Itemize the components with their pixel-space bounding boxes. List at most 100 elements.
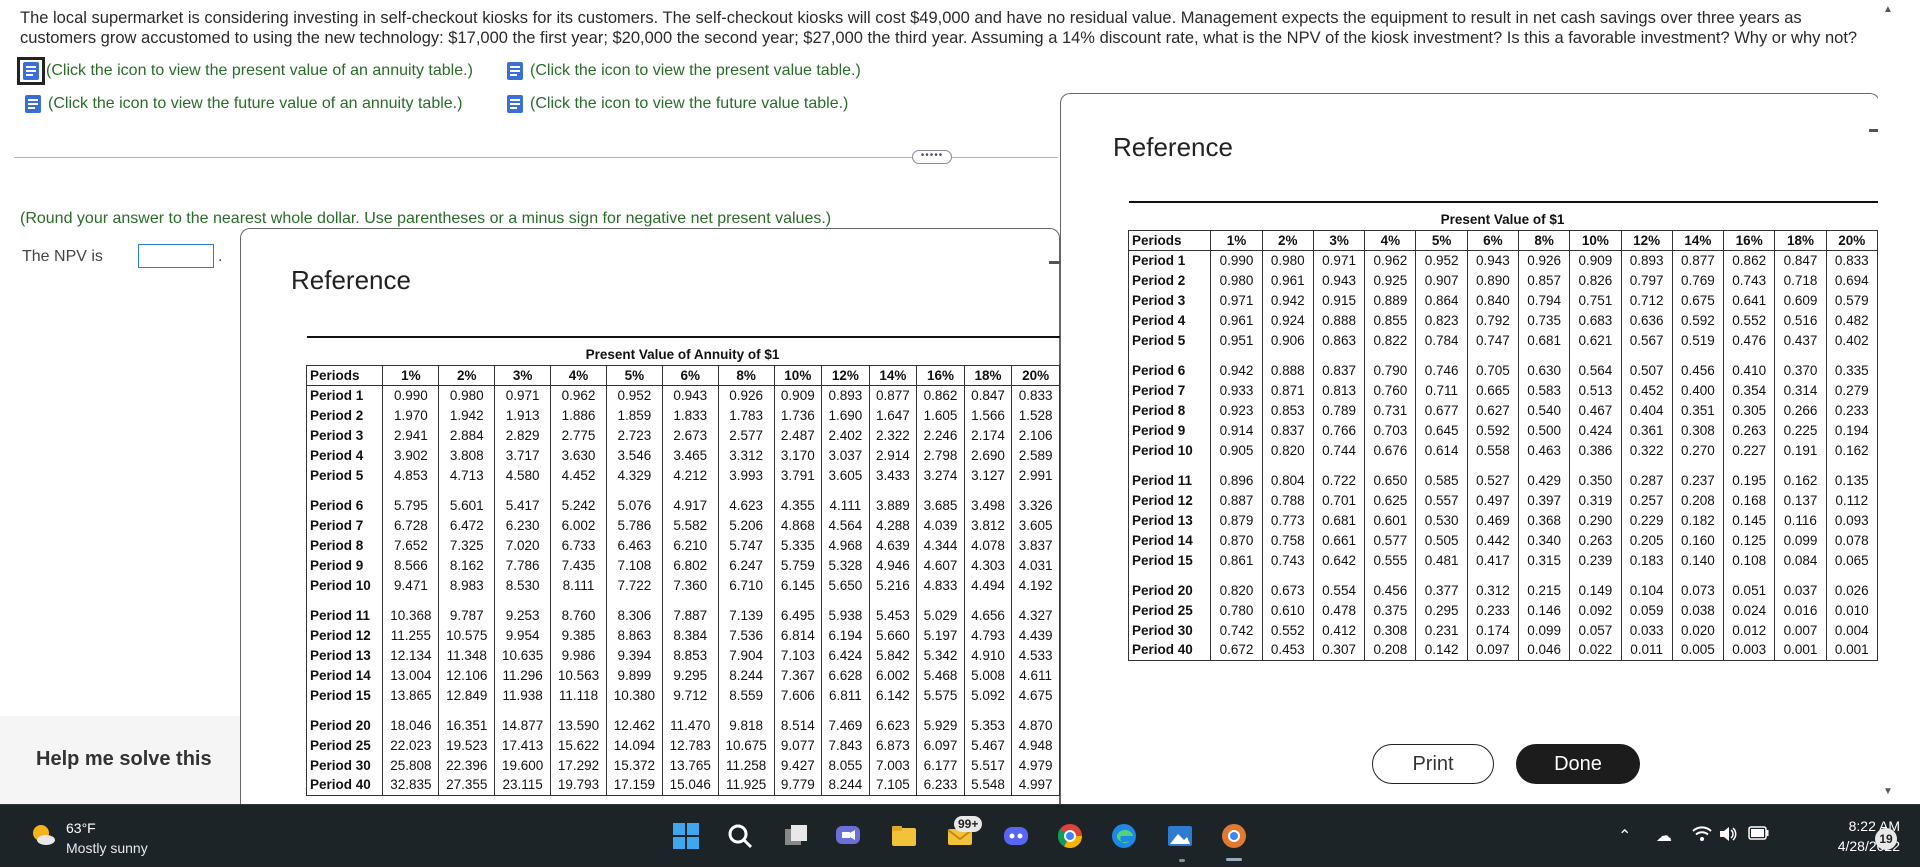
- table-row: Period 25 22.023 19.523 17.413 15.622 14.094 1…: [305, 735, 1060, 755]
- document-icon[interactable]: [17, 57, 45, 85]
- column-header: 18%: [1774, 229, 1827, 251]
- period-label: Period 11: [1127, 470, 1212, 490]
- period-label: Period 7: [305, 515, 384, 535]
- teams-chat-icon[interactable]: [830, 818, 866, 854]
- tray-overflow-icon[interactable]: ⌃: [1618, 826, 1631, 846]
- table-cell: 0.636: [1621, 310, 1673, 330]
- table-cell: 2.798: [916, 445, 965, 465]
- table-cell: 0.823: [1415, 310, 1468, 330]
- table-cell: 0.257: [1621, 490, 1673, 510]
- done-button[interactable]: Done: [1516, 744, 1640, 784]
- table-row: Period 13 0.879 0.773 0.681 0.601 0.530 0.469 0…: [1127, 510, 1879, 530]
- link-fv-text[interactable]: (Click the icon to view the future value…: [530, 95, 848, 113]
- table-cell: 5.938: [821, 605, 870, 625]
- table-cell: 0.208: [1364, 640, 1417, 661]
- table-cell: 10.563: [550, 665, 607, 685]
- period-label: Period 14: [305, 665, 384, 685]
- table-cell: 8.863: [606, 625, 663, 645]
- scroll-up-icon[interactable]: ▲: [1883, 4, 1893, 15]
- notification-badge[interactable]: 19: [1875, 828, 1897, 850]
- table-cell: 3.837: [1011, 535, 1060, 555]
- wifi-icon[interactable]: [1692, 826, 1712, 847]
- table-cell: 0.703: [1364, 420, 1417, 440]
- table-cell: 4.611: [1011, 665, 1060, 685]
- table-cell: 0.645: [1415, 420, 1468, 440]
- pv-annuity-table: Present Value of Annuity of $1 Periods 1% 2…: [305, 336, 1060, 796]
- link-fv[interactable]: (Click the icon to view the future value…: [504, 93, 848, 115]
- table-cell: 0.108: [1723, 550, 1776, 570]
- task-view-icon[interactable]: [778, 818, 814, 854]
- table-cell: 0.290: [1569, 510, 1622, 530]
- table-cell: 5.929: [916, 715, 965, 735]
- document-icon[interactable]: [504, 60, 526, 82]
- link-pv-text[interactable]: (Click the icon to view the present valu…: [530, 62, 861, 80]
- table-cell: 0.552: [1723, 310, 1776, 330]
- link-pv-annuity-text[interactable]: (Click the icon to view the present valu…: [46, 62, 473, 80]
- print-button[interactable]: Print: [1372, 744, 1494, 784]
- table-cell: 0.681: [1313, 510, 1366, 530]
- scrollbar[interactable]: [1878, 0, 1898, 804]
- period-label: Period 20: [305, 715, 384, 735]
- table-cell: 6.145: [774, 575, 823, 595]
- scroll-down-icon[interactable]: ▼: [1883, 786, 1893, 797]
- table-cell: 2.322: [869, 425, 918, 445]
- discord-icon[interactable]: [998, 818, 1034, 854]
- npv-input[interactable]: [138, 244, 214, 268]
- table-row: Period 11 10.368 9.787 9.253 8.760 8.306 7.887…: [305, 605, 1060, 625]
- link-fv-annuity[interactable]: (Click the icon to view the future value…: [22, 93, 462, 115]
- table-cell: 7.786: [494, 555, 552, 575]
- help-me-solve-this[interactable]: Help me solve this: [36, 748, 212, 771]
- weather-temp[interactable]: 63°F: [66, 820, 96, 836]
- table-cell: 0.174: [1467, 620, 1520, 640]
- table-cell: 0.552: [1262, 620, 1314, 640]
- table-cell: 0.065: [1826, 550, 1879, 570]
- chrome-icon[interactable]: [1052, 818, 1088, 854]
- edge-icon[interactable]: [1106, 818, 1142, 854]
- search-icon[interactable]: [722, 818, 758, 854]
- chrome-active-icon[interactable]: [1216, 818, 1252, 854]
- table-cell: 0.453: [1262, 640, 1314, 661]
- volume-icon[interactable]: [1718, 826, 1738, 847]
- start-icon[interactable]: [668, 818, 704, 854]
- table-row: Period 30 25.808 22.396 19.600 17.292 15.372 1…: [305, 755, 1060, 775]
- table-row: Period 6 5.795 5.601 5.417 5.242 5.076 4.917 4.…: [305, 495, 1060, 515]
- table-cell: 0.864: [1415, 290, 1468, 310]
- table-cell: 6.210: [662, 535, 719, 555]
- table-cell: 0.266: [1774, 400, 1827, 420]
- table-cell: 0.104: [1621, 580, 1673, 600]
- table-cell: 0.160: [1672, 530, 1725, 550]
- table-cell: 4.303: [964, 555, 1013, 575]
- column-header: Periods: [1127, 229, 1212, 251]
- table-row: Period 30 0.742 0.552 0.412 0.308 0.231 0.174 0…: [1127, 620, 1879, 640]
- table-cell: 0.893: [821, 385, 870, 405]
- document-icon[interactable]: [22, 93, 44, 115]
- table-cell: 0.893: [1621, 250, 1673, 270]
- table-cell: 0.794: [1518, 290, 1571, 310]
- table-cell: 9.954: [494, 625, 552, 645]
- link-pv[interactable]: (Click the icon to view the present valu…: [504, 60, 861, 82]
- link-fv-annuity-text[interactable]: (Click the icon to view the future value…: [48, 95, 462, 113]
- photos-icon[interactable]: [1162, 818, 1198, 854]
- table-cell: 0.735: [1518, 310, 1571, 330]
- table-cell: 0.907: [1415, 270, 1468, 290]
- table-cell: 0.705: [1467, 360, 1520, 380]
- table-cell: 0.208: [1672, 490, 1725, 510]
- table-cell: 0.237: [1672, 470, 1725, 490]
- table-cell: 2.106: [1011, 425, 1060, 445]
- link-pv-annuity[interactable]: (Click the icon to view the present valu…: [17, 57, 473, 85]
- table-cell: 0.375: [1364, 600, 1417, 620]
- onedrive-icon[interactable]: ☁: [1656, 826, 1672, 846]
- period-label: Period 30: [305, 755, 384, 775]
- table-cell: 4.623: [718, 495, 775, 515]
- table-cell: 0.847: [964, 385, 1013, 405]
- table-cell: 22.396: [438, 755, 496, 775]
- table-cell: 1.566: [964, 405, 1013, 425]
- battery-icon[interactable]: [1748, 826, 1770, 845]
- weather-sun-icon[interactable]: [28, 820, 58, 850]
- file-explorer-icon[interactable]: [886, 818, 922, 854]
- table-cell: 6.873: [869, 735, 918, 755]
- document-icon[interactable]: [504, 93, 526, 115]
- expand-handle[interactable]: •••••: [912, 150, 952, 164]
- weather-condition[interactable]: Mostly sunny: [66, 840, 148, 856]
- table-cell: 0.424: [1569, 420, 1622, 440]
